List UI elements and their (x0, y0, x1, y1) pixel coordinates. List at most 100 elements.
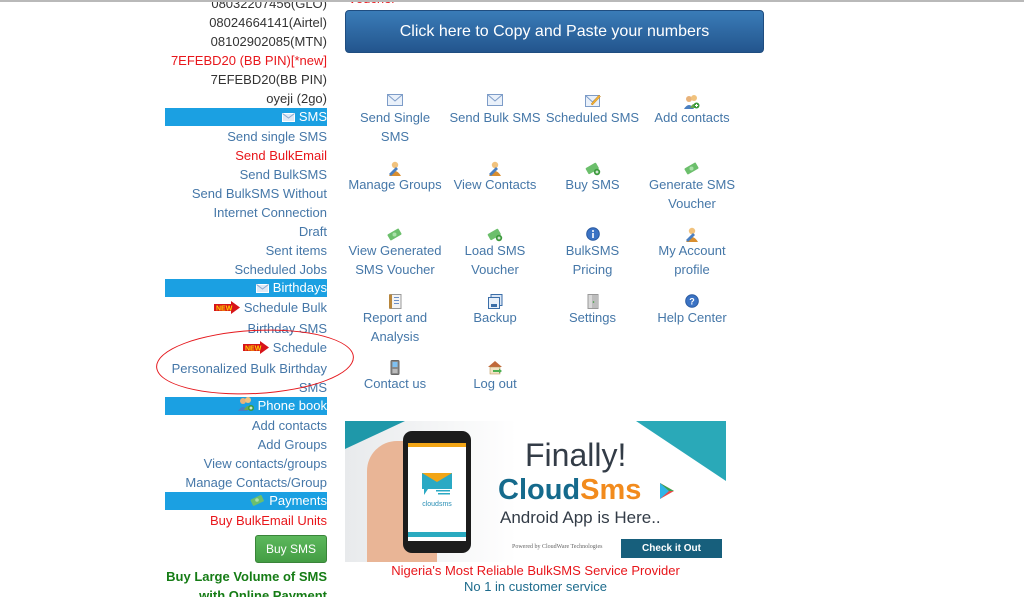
sidebar-item-add-groups[interactable]: Add Groups (165, 435, 327, 454)
tile-label: My Account profile (658, 243, 726, 277)
home-exit-icon (445, 360, 545, 375)
tile-view-contacts[interactable]: View Contacts (445, 161, 545, 194)
phone-screen: cloudsms (408, 443, 466, 541)
contact-line: 08024664141(Airtel) (209, 15, 327, 30)
tile-label: BulkSMS Pricing (565, 243, 620, 277)
tile-help-center[interactable]: ? Help Center (642, 294, 742, 327)
user-edit-icon (345, 161, 445, 176)
google-play-icon (660, 483, 674, 502)
brand-part1: Cloud (498, 474, 581, 506)
tile-contact-us[interactable]: Contact us (345, 360, 445, 393)
check-it-out-button[interactable]: Check it Out (621, 539, 722, 558)
tile-label: Scheduled SMS (545, 110, 640, 125)
sidebar-item-manage-contacts[interactable]: Manage Contacts/Group (165, 473, 327, 492)
tile-label: View Contacts (453, 177, 537, 192)
tagline: Nigeria's Most Reliable BulkSMS Service … (391, 563, 680, 578)
tile-label: Help Center (657, 310, 727, 325)
contact-line: oyeji (2go) (266, 91, 327, 106)
tile-backup[interactable]: Backup (445, 294, 545, 327)
contact-line: 7EFEBD20(BB PIN) (210, 72, 327, 87)
tile-bulksms-pricing[interactable]: BulkSMS Pricing (545, 227, 640, 279)
sidebar-item-scheduled-jobs[interactable]: Scheduled Jobs (165, 260, 327, 279)
buy-large-volume-link[interactable]: Buy Large Volume of SMS with Online Paym… (165, 567, 327, 597)
tile-report-analysis[interactable]: Report and Analysis (345, 294, 445, 346)
tile-send-single-sms[interactable]: Send Single SMS (345, 94, 445, 146)
sidebar-item-sent-items[interactable]: Sent items (165, 241, 327, 260)
sidebar-item-send-bulksms-offline[interactable]: Send BulkSMS Without Internet Connection (165, 184, 327, 222)
sidebar-item-view-contacts-groups[interactable]: View contacts/groups (165, 454, 327, 473)
sidebar-section-phonebook: Phone book (165, 397, 327, 415)
sidebar-item-send-bulkemail[interactable]: Send BulkEmail (165, 146, 327, 165)
banner-headline: Finally! (525, 437, 627, 473)
envelope-icon (255, 280, 269, 298)
tile-label: Manage Groups (348, 177, 442, 192)
banner-subline: Android App is Here.. (500, 508, 661, 527)
tile-label: Buy SMS (565, 177, 620, 192)
phone-icon (345, 360, 445, 375)
contact-line: 08102902085(MTN) (210, 34, 327, 49)
help-icon: ? (642, 294, 742, 308)
sidebar-item-send-bulksms[interactable]: Send BulkSMS (165, 165, 327, 184)
contacts-icon (237, 397, 254, 416)
sidebar-section-sms: SMS (165, 108, 327, 126)
new-arrow-icon: NEW (213, 300, 240, 319)
banner-brand: CloudSms (498, 474, 641, 507)
sidebar: 08032207456(GLO) 08024664141(Airtel) 081… (165, 0, 327, 597)
tile-settings[interactable]: Settings (545, 294, 640, 327)
section-title: SMS (298, 109, 327, 124)
section-title: Birthdays (272, 280, 327, 295)
subtagline: No 1 in customer service (463, 579, 608, 594)
tile-label: Settings (569, 310, 616, 325)
tile-label: Backup (473, 310, 517, 325)
report-icon (345, 294, 445, 309)
powered-by-text: Powered by CloudWare Technologies (512, 544, 603, 550)
sidebar-item-schedule-bulk-birthday[interactable]: NEW Schedule Bulk Birthday SMS (165, 298, 327, 338)
envelope-icon (445, 94, 545, 108)
tile-label: Send Bulk SMS (449, 110, 541, 125)
sidebar-section-payments: Payments (165, 492, 327, 510)
screen-logo-text: cloudsms (422, 501, 452, 508)
add-user-icon (642, 94, 742, 109)
tile-label: Generate SMS Voucher (649, 177, 735, 211)
tile-label: Send Single SMS (359, 110, 431, 144)
buy-sms-button[interactable]: Buy SMS (254, 535, 327, 563)
tile-send-bulk-sms[interactable]: Send Bulk SMS (445, 94, 545, 127)
sidebar-item-buy-bulkemail[interactable]: Buy BulkEmail Units (165, 511, 327, 530)
tile-scheduled-sms[interactable]: Scheduled SMS (545, 94, 640, 127)
envelope-pencil-icon (545, 94, 640, 108)
tile-manage-groups[interactable]: Manage Groups (345, 161, 445, 194)
screen-bar (408, 532, 466, 537)
new-arrow-icon: NEW (242, 340, 269, 359)
envelope-icon (281, 109, 295, 127)
money-add-icon (545, 161, 640, 176)
sidebar-item-schedule-personalized-birthday[interactable]: NEW Schedule Personalized Bulk Birthday S… (165, 338, 327, 397)
copy-paste-numbers-button[interactable]: Click here to Copy and Paste your number… (345, 10, 764, 53)
sidebar-item-draft[interactable]: Draft (165, 222, 327, 241)
info-icon (545, 227, 640, 241)
window-top-border (0, 0, 1024, 2)
tile-label: Log out (473, 376, 517, 391)
tile-generate-sms-voucher[interactable]: Generate SMS Voucher (642, 161, 742, 213)
tile-view-generated-voucher[interactable]: View Generated SMS Voucher (345, 227, 445, 279)
user-edit-icon (445, 161, 545, 176)
money-icon (642, 161, 742, 175)
sidebar-item-send-single-sms[interactable]: Send single SMS (165, 127, 327, 146)
money-icon (250, 493, 265, 511)
envelope-icon (345, 94, 445, 108)
section-title: Payments (269, 493, 327, 508)
tile-my-account-profile[interactable]: My Account profile (642, 227, 742, 279)
tile-add-contacts[interactable]: Add contacts (642, 94, 742, 127)
screen-bar (408, 443, 466, 447)
cloudsms-app-banner[interactable]: cloudsms Finally! CloudSms Android App i… (345, 421, 726, 562)
svg-text:?: ? (689, 297, 695, 307)
tile-label: View Generated SMS Voucher (348, 243, 442, 277)
tile-buy-sms[interactable]: Buy SMS (545, 161, 640, 194)
tile-load-sms-voucher[interactable]: Load SMS Voucher (445, 227, 545, 279)
tile-label: Add contacts (654, 110, 730, 125)
tile-log-out[interactable]: Log out (445, 360, 545, 393)
sidebar-item-add-contacts[interactable]: Add contacts (165, 416, 327, 435)
settings-door-icon (545, 294, 640, 309)
sidebar-section-birthdays: Birthdays (165, 279, 327, 297)
svg-text:NEW: NEW (216, 306, 233, 313)
section-title: Phone book (257, 398, 327, 413)
